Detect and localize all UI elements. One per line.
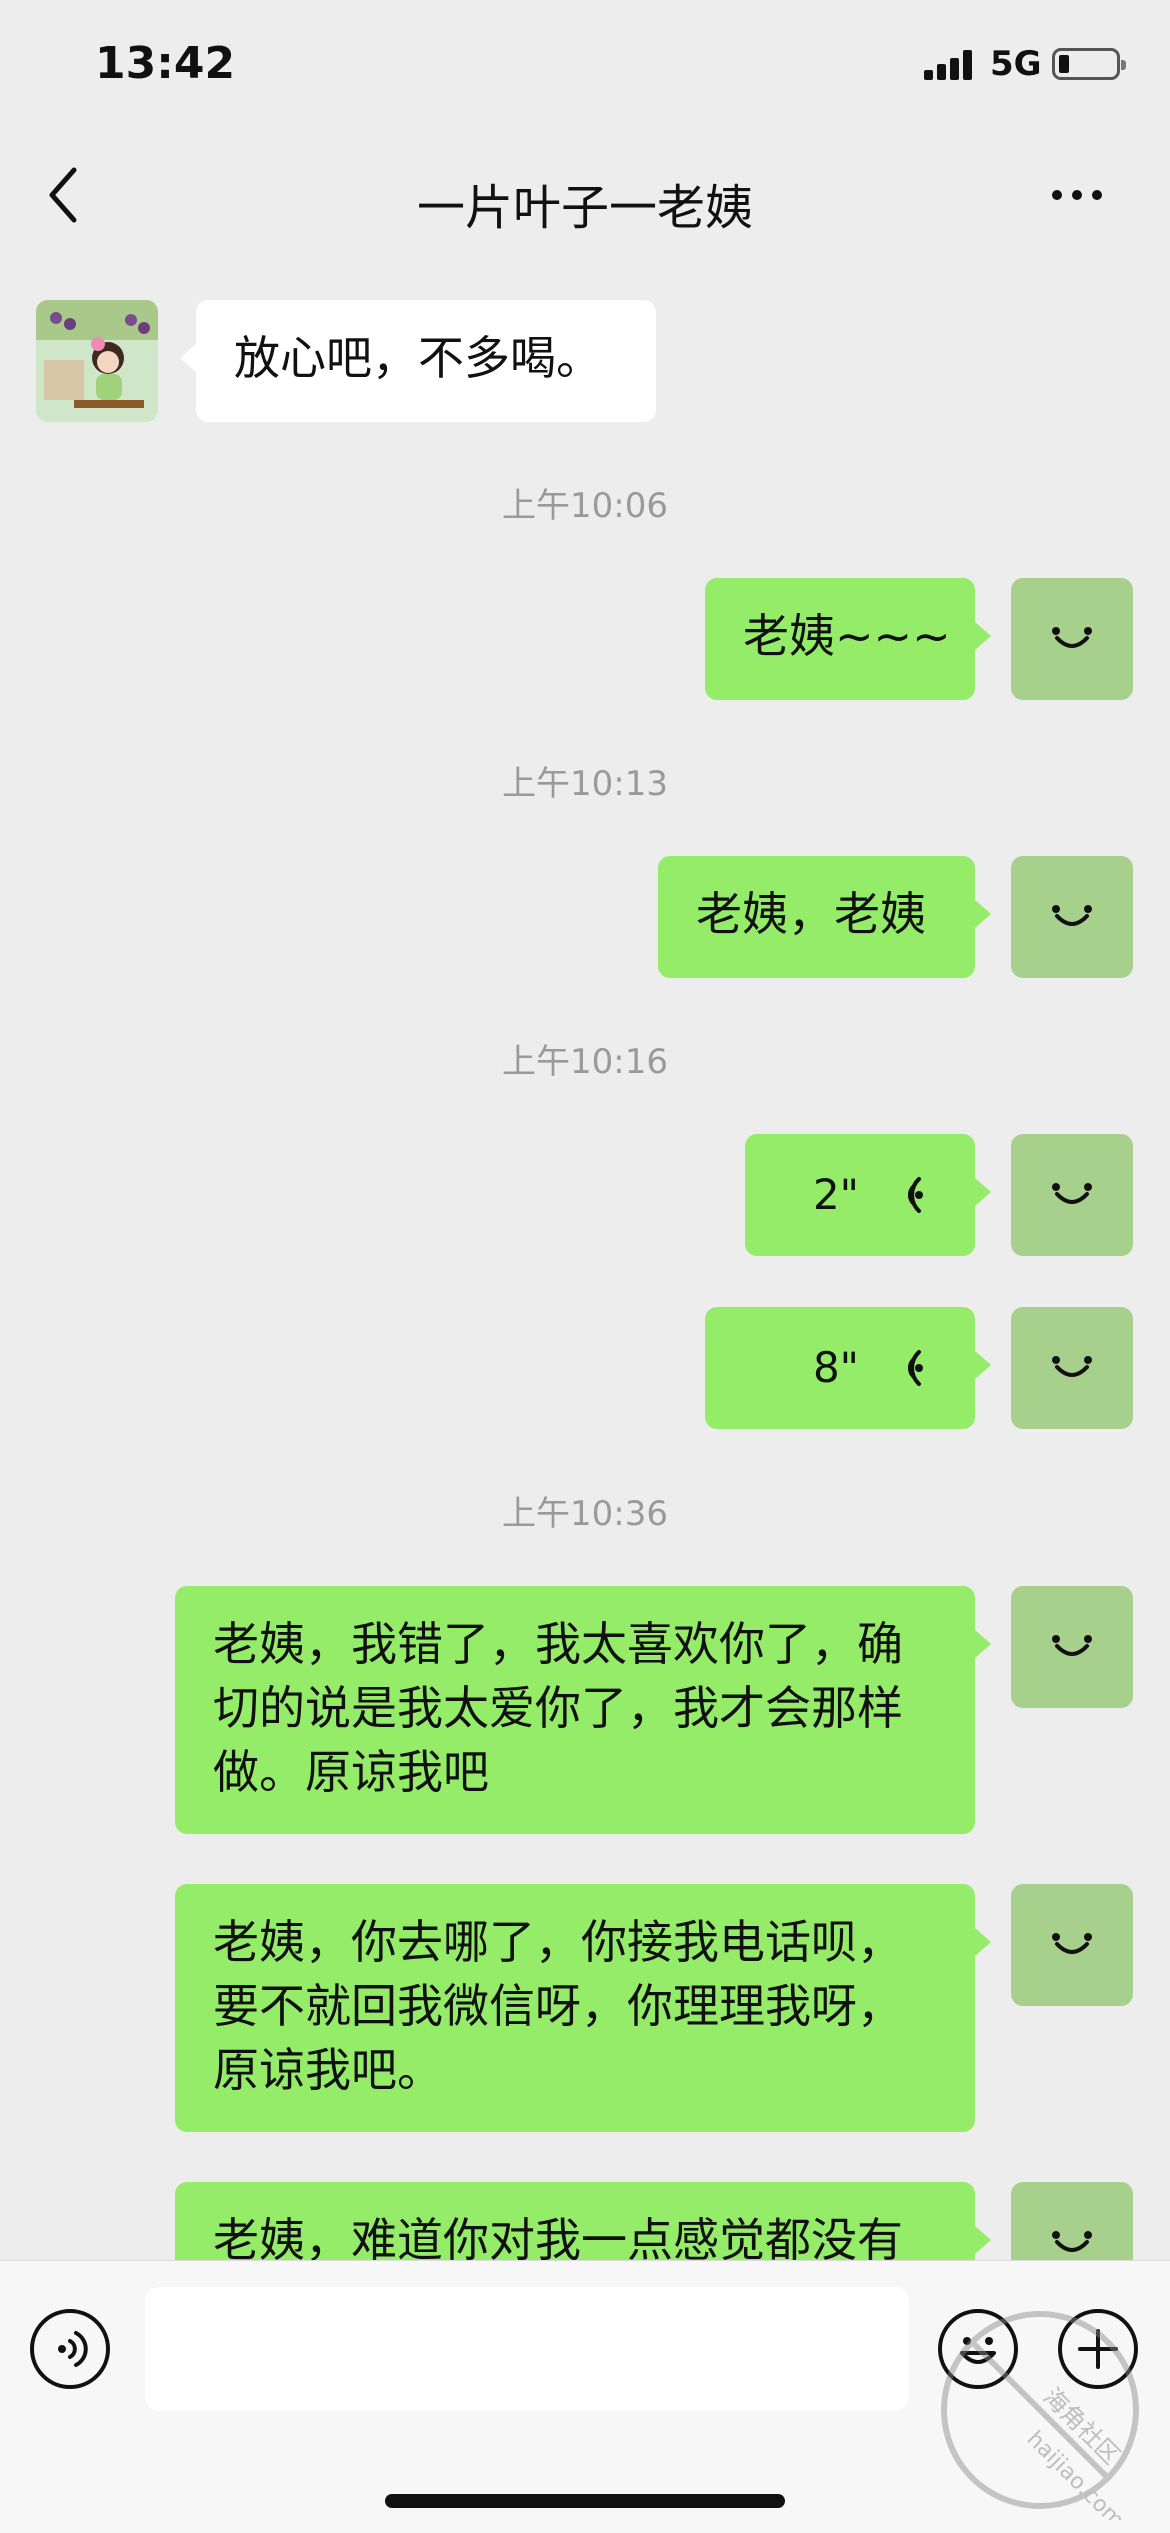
voice-input-icon[interactable] xyxy=(30,2309,110,2389)
message-bubble[interactable]: 老姨~~~ xyxy=(705,578,991,700)
my-avatar[interactable] xyxy=(1011,1884,1133,2006)
message-text: 放心吧，不多喝。 xyxy=(234,331,602,385)
voice-message[interactable]: 8" xyxy=(705,1307,991,1429)
signal-icon xyxy=(924,50,972,80)
message-bubble[interactable]: 老姨，老姨 xyxy=(658,856,991,978)
smile-icon xyxy=(1052,1635,1092,1656)
my-avatar[interactable] xyxy=(1011,856,1133,978)
smile-icon xyxy=(1052,1183,1092,1204)
message-line: 原谅我吧。 xyxy=(213,2043,443,2097)
message-text: 老姨，难道你对我一点感觉都没有 xyxy=(213,2213,903,2267)
my-avatar[interactable] xyxy=(1011,1586,1133,1708)
chat-title: 一片叶子一老姨 xyxy=(416,180,753,236)
smile-icon xyxy=(1052,627,1092,648)
voice-wave-icon xyxy=(908,1177,923,1213)
my-avatar[interactable] xyxy=(1011,1307,1133,1429)
status-time: 13:42 xyxy=(95,38,236,89)
message-line: 老姨，我错了，我太喜欢你了，确 xyxy=(213,1617,903,1671)
message-line: 要不就回我微信呀，你理理我呀， xyxy=(213,1979,903,2033)
timestamp: 上午10:16 xyxy=(502,1042,668,1082)
message-bubble[interactable]: 放心吧，不多喝。 xyxy=(180,300,656,422)
contact-avatar[interactable] xyxy=(36,300,158,422)
my-avatar[interactable] xyxy=(1011,578,1133,700)
network-type: 5G xyxy=(990,44,1042,84)
voice-duration: 8" xyxy=(812,1343,859,1392)
message-line: 做。原谅我吧 xyxy=(213,1745,489,1799)
message-bubble[interactable]: 老姨，我错了，我太喜欢你了，确 切的说是我太爱你了，我才会那样 做。原谅我吧 xyxy=(175,1586,991,1834)
message-line: 切的说是我太爱你了，我才会那样 xyxy=(213,1681,903,1735)
home-indicator xyxy=(385,2494,785,2508)
message-line: 老姨，你去哪了，你接我电话呗， xyxy=(213,1915,903,1969)
message-bubble[interactable]: 老姨，你去哪了，你接我电话呗， 要不就回我微信呀，你理理我呀， 原谅我吧。 xyxy=(175,1884,991,2132)
smile-icon xyxy=(1052,905,1092,926)
status-bar: 13:42 5G xyxy=(0,0,1170,130)
timestamp: 上午10:13 xyxy=(502,764,668,804)
timestamp: 上午10:06 xyxy=(502,486,668,526)
more-dots-icon[interactable] xyxy=(1052,180,1112,210)
smile-icon xyxy=(1052,1356,1092,1377)
voice-wave-icon xyxy=(908,1350,923,1386)
nav-bar: 一片叶子一老姨 xyxy=(0,130,1170,260)
watermark-logo: 海角社区 haijiao.com xyxy=(930,2300,1150,2533)
battery-icon xyxy=(1052,48,1126,80)
message-input[interactable] xyxy=(145,2287,909,2411)
voice-duration: 2" xyxy=(812,1170,859,1219)
smile-icon xyxy=(1052,1933,1092,1954)
my-avatar[interactable] xyxy=(1011,1134,1133,1256)
message-text: 老姨~~~ xyxy=(743,609,951,663)
message-text: 老姨，老姨 xyxy=(696,887,926,941)
voice-message[interactable]: 2" xyxy=(745,1134,991,1256)
smile-icon xyxy=(1052,2231,1092,2252)
timestamp: 上午10:36 xyxy=(502,1494,668,1534)
